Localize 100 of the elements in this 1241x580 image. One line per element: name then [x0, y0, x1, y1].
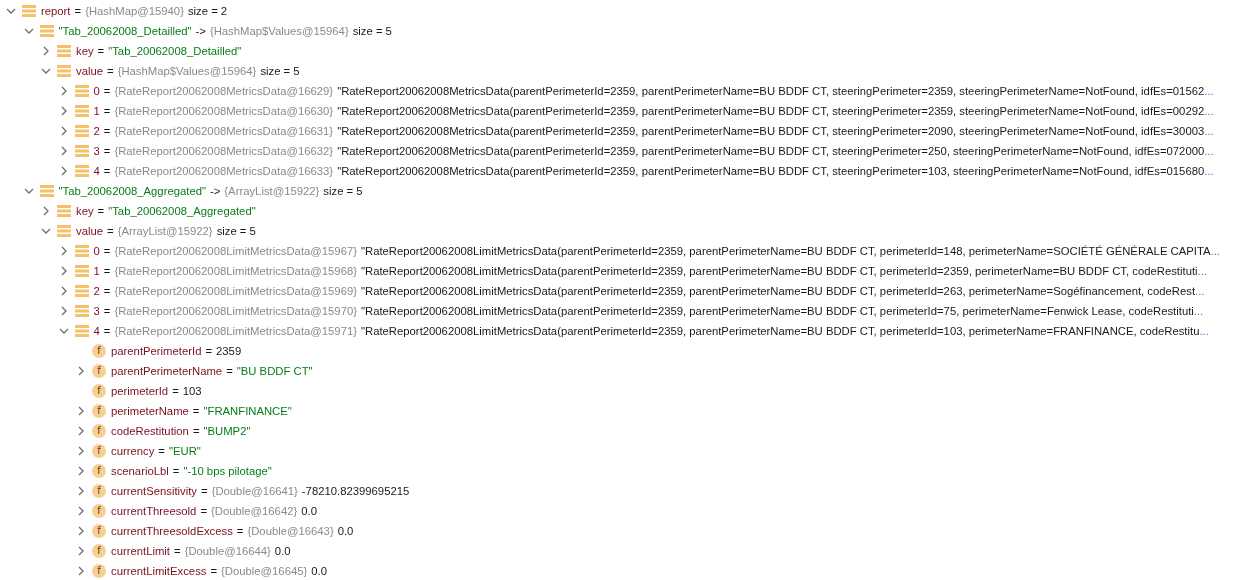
more-link[interactable]: ... [1204, 145, 1214, 157]
value-text: size = 5 [352, 25, 392, 37]
value-text: = [103, 165, 111, 177]
value-text: 103 [182, 385, 202, 397]
value-text: 0.0 [274, 545, 291, 557]
more-link[interactable]: ... [1210, 245, 1220, 257]
variable-name: currentLimit [111, 545, 170, 557]
value-text: = [200, 505, 207, 517]
field-icon: f [92, 384, 106, 398]
object-reference: {RateReport20062008MetricsData@16633} [114, 165, 334, 177]
value-text: "RateReport20062008MetricsData(parentPerimeterId=2359, parentPerimeterName=BU BDDF CT, steeringPerimeter=2359, steeringPerimeterName=NotFound, idfEs=00292 [337, 105, 1205, 117]
field-icon: f [92, 424, 106, 438]
value-text: = [192, 425, 200, 437]
value-text: -> [210, 185, 221, 197]
value-text: -> [195, 25, 206, 37]
more-link[interactable]: ... [1197, 265, 1207, 277]
variable-name: 3 [93, 145, 100, 157]
object-reference: {RateReport20062008LimitMetricsData@15969} [114, 285, 357, 297]
chevron-right-icon[interactable] [76, 446, 86, 456]
field-icon: f [92, 364, 106, 378]
list-icon [74, 145, 89, 157]
object-reference: {RateReport20062008LimitMetricsData@15967} [114, 245, 357, 257]
chevron-right-icon[interactable] [76, 406, 86, 416]
chevron-down-icon[interactable] [41, 66, 51, 76]
variable-name: 1 [93, 105, 100, 117]
object-reference: {RateReport20062008LimitMetricsData@15968} [114, 265, 357, 277]
value-text: size = 5 [216, 225, 256, 237]
value-text: "RateReport20062008MetricsData(parentPerimeterId=2359, parentPerimeterName=BU BDDF CT, steeringPerimeter=250, steeringPerimeterName=NotFound, idfEs=072000 [337, 145, 1205, 157]
chevron-right-icon[interactable] [41, 46, 51, 56]
object-reference: {ArrayList@15922} [117, 225, 213, 237]
chevron-right-icon[interactable] [76, 426, 86, 436]
string-value: "Tab_20062008_Aggregated" [58, 185, 206, 197]
chevron-down-icon[interactable] [23, 26, 34, 36]
more-link[interactable]: ... [1199, 325, 1209, 337]
field-icon: f [92, 524, 106, 538]
value-text: 2359 [216, 345, 242, 357]
value-text: size = 5 [260, 65, 300, 77]
object-reference: {Double@16641} [211, 485, 298, 497]
more-link[interactable]: ... [1204, 165, 1214, 177]
more-link[interactable]: ... [1204, 125, 1214, 137]
chevron-down-icon[interactable] [58, 326, 69, 336]
list-icon [39, 185, 54, 197]
value-text: "RateReport20062008LimitMetricsData(parentPerimeterId=2359, parentPerimeterName=BU BDDF CT, perimeterId=75, perimeterName=Fenwick Lease, codeRestituti [361, 305, 1194, 317]
value-text: = [205, 345, 213, 357]
variable-name: currentThreesold [111, 505, 197, 517]
value-text: = [103, 325, 111, 337]
variable-name: key [76, 45, 94, 57]
chevron-right-icon[interactable] [76, 526, 86, 536]
more-link[interactable]: ... [1193, 305, 1204, 317]
field-icon: f [92, 544, 106, 558]
chevron-down-icon[interactable] [41, 226, 51, 236]
chevron-right-icon[interactable] [76, 486, 86, 496]
chevron-right-icon[interactable] [76, 366, 86, 376]
chevron-right-icon[interactable] [76, 466, 86, 476]
list-icon [74, 285, 89, 297]
object-reference: {RateReport20062008MetricsData@16630} [114, 105, 334, 117]
chevron-down-icon[interactable] [23, 186, 34, 196]
value-text: = [103, 305, 111, 317]
list-icon [74, 325, 89, 337]
list-icon [74, 305, 89, 317]
more-link[interactable]: ... [1195, 285, 1205, 297]
chevron-right-icon[interactable] [76, 566, 86, 576]
value-text: -78210.82399695215 [301, 485, 410, 497]
variable-name: value [76, 65, 103, 77]
field-icon: f [92, 444, 106, 458]
value-text: size = 5 [323, 185, 363, 197]
value-text: = [107, 65, 114, 77]
value-text: = [226, 365, 233, 377]
object-reference: {RateReport20062008LimitMetricsData@15970} [114, 305, 357, 317]
value-text: size = 2 [187, 5, 228, 17]
field-icon: f [92, 464, 106, 478]
chevron-right-icon[interactable] [41, 206, 51, 216]
chevron-right-icon[interactable] [76, 506, 86, 516]
field-icon: f [92, 564, 106, 578]
list-icon [57, 205, 71, 217]
variable-name: 0 [93, 85, 100, 97]
object-reference: {Double@16644} [184, 545, 271, 557]
variable-name: 2 [93, 285, 100, 297]
object-reference: {Double@16642} [211, 505, 298, 517]
value-text: = [97, 205, 105, 217]
value-text: = [107, 225, 114, 237]
more-link[interactable]: ... [1204, 85, 1214, 97]
value-text: = [172, 465, 180, 477]
list-icon [74, 165, 89, 177]
variable-name: codeRestitution [111, 425, 189, 437]
object-reference: {HashMap$Values@15964} [117, 65, 257, 77]
variable-name: currentSensitivity [111, 485, 197, 497]
chevron-down-icon[interactable] [6, 6, 16, 16]
value-text: "RateReport20062008LimitMetricsData(parentPerimeterId=2359, parentPerimeterName=BU BDDF CT, perimeterId=2359, perimeterName=BU BDDF CT, codeRestituti [361, 265, 1198, 277]
string-value: "FRANFINANCE" [203, 405, 292, 417]
value-text: = [172, 385, 179, 397]
variable-name: 1 [93, 265, 100, 277]
value-text: "RateReport20062008LimitMetricsData(parentPerimeterId=2359, parentPerimeterName=BU BDDF CT, perimeterId=103, perimeterName=FRANFINANCE, codeRestitu [361, 325, 1200, 337]
object-reference: {HashMap@15940} [85, 5, 184, 17]
more-link[interactable]: ... [1204, 105, 1214, 117]
object-reference: {Double@16643} [247, 525, 334, 537]
value-text: = [103, 245, 111, 257]
value-text: "RateReport20062008LimitMetricsData(parentPerimeterId=2359, parentPerimeterName=BU BDDF CT, perimeterId=263, perimeterName=Sogéfinancement, codeRest [361, 285, 1196, 297]
chevron-right-icon[interactable] [76, 546, 86, 556]
object-reference: {RateReport20062008LimitMetricsData@15971} [114, 325, 357, 337]
